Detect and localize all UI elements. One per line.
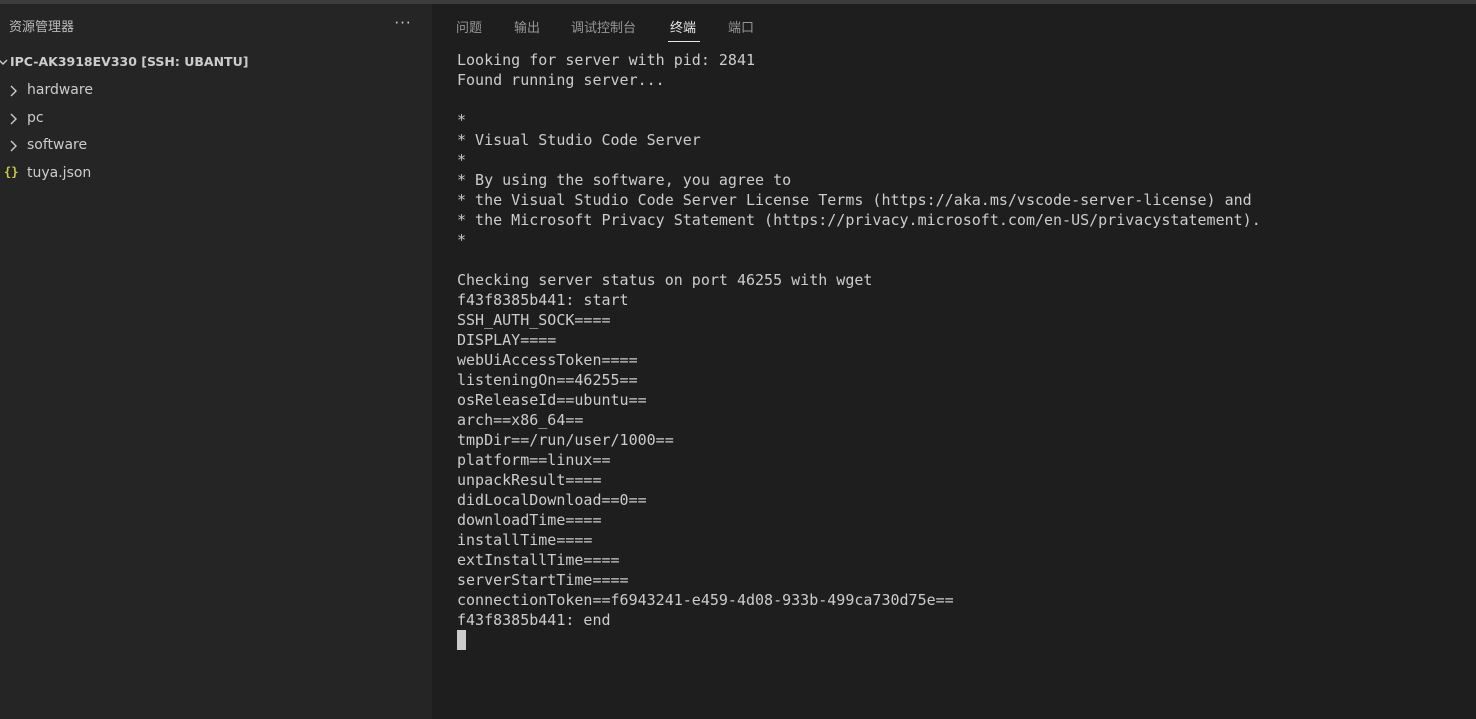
explorer-title: 资源管理器 — [9, 20, 75, 35]
terminal-line: downloadTime==== — [457, 511, 602, 529]
terminal-line: connectionToken==f6943241-e459-4d08-933b… — [457, 591, 954, 609]
terminal-line: Looking for server with pid: 2841 — [457, 51, 756, 69]
panel-tabs: 问题 输出 调试控制台 终端 端口 — [432, 4, 1476, 44]
tree-item-hardware[interactable]: hardware — [0, 79, 432, 103]
terminal-line: * Visual Studio Code Server — [457, 131, 701, 149]
workspace-root-folder[interactable]: IPC-AK3918EV330 [SSH: UBANTU] — [0, 52, 432, 74]
terminal-line: unpackResult==== — [457, 471, 602, 489]
tree-item-software[interactable]: software — [0, 134, 432, 158]
terminal-line: didLocalDownload==0== — [457, 491, 647, 509]
tab-terminal[interactable]: 终端 — [670, 17, 696, 36]
terminal-line: arch==x86_64== — [457, 411, 584, 429]
terminal-line: Checking server status on port 46255 wit… — [457, 271, 873, 289]
terminal-line: f43f8385b441: end — [457, 611, 611, 629]
json-file-icon: {} — [4, 165, 19, 179]
explorer-sidebar: 资源管理器 ··· IPC-AK3918EV330 [SSH: UBANTU] … — [0, 4, 432, 719]
terminal-cursor — [457, 630, 466, 650]
terminal-output[interactable]: Looking for server with pid: 2841 Found r… — [457, 50, 1457, 710]
tree-item-label: tuya.json — [27, 165, 92, 181]
bottom-panel: 问题 输出 调试控制台 终端 端口 Looking for server wit… — [432, 4, 1476, 719]
tree-item-pc[interactable]: pc — [0, 107, 432, 131]
chevron-right-icon — [10, 113, 17, 125]
terminal-line: webUiAccessToken==== — [457, 351, 638, 369]
workspace-root-label: IPC-AK3918EV330 [SSH: UBANTU] — [10, 54, 249, 69]
tree-item-label: software — [27, 137, 88, 153]
tab-ports[interactable]: 端口 — [728, 17, 754, 36]
tree-item-tuya-json[interactable]: {} tuya.json — [0, 162, 432, 186]
terminal-line: * — [457, 151, 467, 169]
terminal-line: extInstallTime==== — [457, 551, 620, 569]
chevron-right-icon — [10, 85, 17, 97]
terminal-line: tmpDir==/run/user/1000== — [457, 431, 674, 449]
tree-item-label: hardware — [27, 82, 93, 98]
terminal-line: * — [457, 231, 467, 249]
terminal-line: * the Visual Studio Code Server License … — [457, 191, 1252, 209]
tab-problems[interactable]: 问题 — [456, 17, 482, 36]
terminal-line: osReleaseId==ubuntu== — [457, 391, 647, 409]
terminal-line: * By using the software, you agree to — [457, 171, 792, 189]
active-tab-indicator — [668, 41, 700, 42]
terminal-line: * the Microsoft Privacy Statement (https… — [457, 211, 1261, 229]
terminal-line: installTime==== — [457, 531, 593, 549]
tab-output[interactable]: 输出 — [514, 17, 540, 36]
terminal-line: serverStartTime==== — [457, 571, 629, 589]
chevron-down-icon — [0, 59, 8, 65]
terminal-line: listeningOn==46255== — [457, 371, 638, 389]
explorer-header: 资源管理器 ··· — [0, 4, 432, 48]
terminal-line: DISPLAY==== — [457, 331, 557, 349]
terminal-line: * — [457, 111, 467, 129]
terminal-line: Found running server... — [457, 71, 665, 89]
terminal-line: SSH_AUTH_SOCK==== — [457, 311, 611, 329]
terminal-lines: Looking for server with pid: 2841 Found r… — [457, 50, 1457, 630]
chevron-right-icon — [10, 140, 17, 152]
tab-debug-console[interactable]: 调试控制台 — [571, 17, 636, 36]
terminal-line: platform==linux== — [457, 451, 611, 469]
terminal-line: f43f8385b441: start — [457, 291, 629, 309]
more-actions-button[interactable]: ··· — [392, 14, 414, 34]
tree-item-label: pc — [27, 110, 44, 126]
